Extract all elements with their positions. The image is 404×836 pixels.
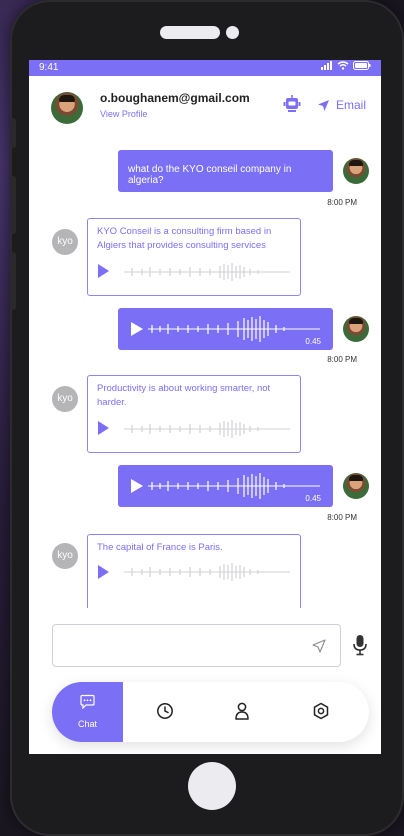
phone-speaker	[160, 26, 220, 39]
user-email: o.boughanem@gmail.com	[100, 91, 250, 105]
bot-message-text: The capital of France is Paris.	[97, 542, 223, 553]
user-message-bubble: what do the KYO conseil company in alger…	[118, 150, 333, 192]
play-icon[interactable]	[98, 421, 109, 435]
microphone-icon[interactable]	[352, 634, 368, 656]
user-audio-message: 0.45	[118, 465, 333, 507]
chat-header: o.boughanem@gmail.com View Profile Email	[29, 76, 381, 136]
send-icon[interactable]	[312, 639, 326, 653]
settings-icon[interactable]	[312, 702, 330, 720]
chat-message-list[interactable]: what do the KYO conseil company in alger…	[29, 138, 381, 608]
bot-avatar: kyo	[52, 543, 78, 569]
user-avatar[interactable]	[51, 92, 83, 124]
user-audio-message: 0.45	[118, 308, 333, 350]
waveform-icon	[124, 420, 290, 438]
user-message-text: what do the KYO conseil company in alger…	[128, 164, 292, 186]
bot-message-text: KYO Conseil is a consulting firm based i…	[97, 226, 272, 251]
person-icon[interactable]	[234, 702, 250, 720]
wifi-icon	[337, 61, 349, 70]
side-button-middle	[10, 176, 16, 234]
view-profile-link[interactable]: View Profile	[100, 109, 147, 119]
clock-icon[interactable]	[156, 702, 174, 720]
waveform-icon	[124, 263, 290, 281]
user-message-avatar	[343, 158, 369, 184]
bot-message-text: Productivity is about working smarter, n…	[97, 383, 271, 408]
bottom-tab-bar: Chat	[52, 682, 369, 742]
bot-message-bubble: KYO Conseil is a consulting firm based i…	[87, 218, 301, 296]
message-time: 8:00 PM	[327, 355, 357, 364]
tab-chat[interactable]: Chat	[52, 682, 123, 742]
side-button-bottom	[10, 252, 16, 310]
audio-duration: 0.45	[305, 494, 321, 503]
user-message-avatar	[343, 473, 369, 499]
send-arrow-icon	[318, 99, 329, 111]
bot-message-bubble: The capital of France is Paris.	[87, 534, 301, 608]
tab-chat-label: Chat	[77, 719, 97, 729]
signal-icon	[321, 61, 332, 70]
status-time: 9:41	[39, 62, 59, 73]
robot-icon[interactable]	[282, 94, 302, 114]
side-button-top	[10, 118, 16, 148]
play-icon[interactable]	[98, 565, 109, 579]
status-icons	[321, 61, 371, 70]
play-icon[interactable]	[131, 322, 143, 336]
play-icon[interactable]	[131, 479, 143, 493]
email-button-label: Email	[336, 98, 367, 112]
waveform-icon	[148, 316, 320, 342]
chat-icon	[80, 694, 95, 709]
audio-duration: 0.45	[305, 337, 321, 346]
email-button[interactable]: Email	[317, 98, 366, 112]
message-input[interactable]	[52, 624, 341, 667]
battery-icon	[353, 61, 371, 70]
message-time: 8:00 PM	[327, 198, 357, 207]
phone-camera	[226, 26, 239, 39]
bot-avatar: kyo	[52, 386, 78, 412]
user-message-avatar	[343, 316, 369, 342]
app-screen: 9:41 o.boughanem@gmail.com View Profile …	[29, 60, 381, 754]
home-button[interactable]	[188, 762, 236, 810]
status-bar: 9:41	[29, 60, 381, 76]
bot-message-bubble: Productivity is about working smarter, n…	[87, 375, 301, 453]
bot-avatar: kyo	[52, 229, 78, 255]
play-icon[interactable]	[98, 264, 109, 278]
waveform-icon	[148, 473, 320, 499]
message-time: 8:00 PM	[327, 513, 357, 522]
waveform-icon	[124, 563, 290, 581]
